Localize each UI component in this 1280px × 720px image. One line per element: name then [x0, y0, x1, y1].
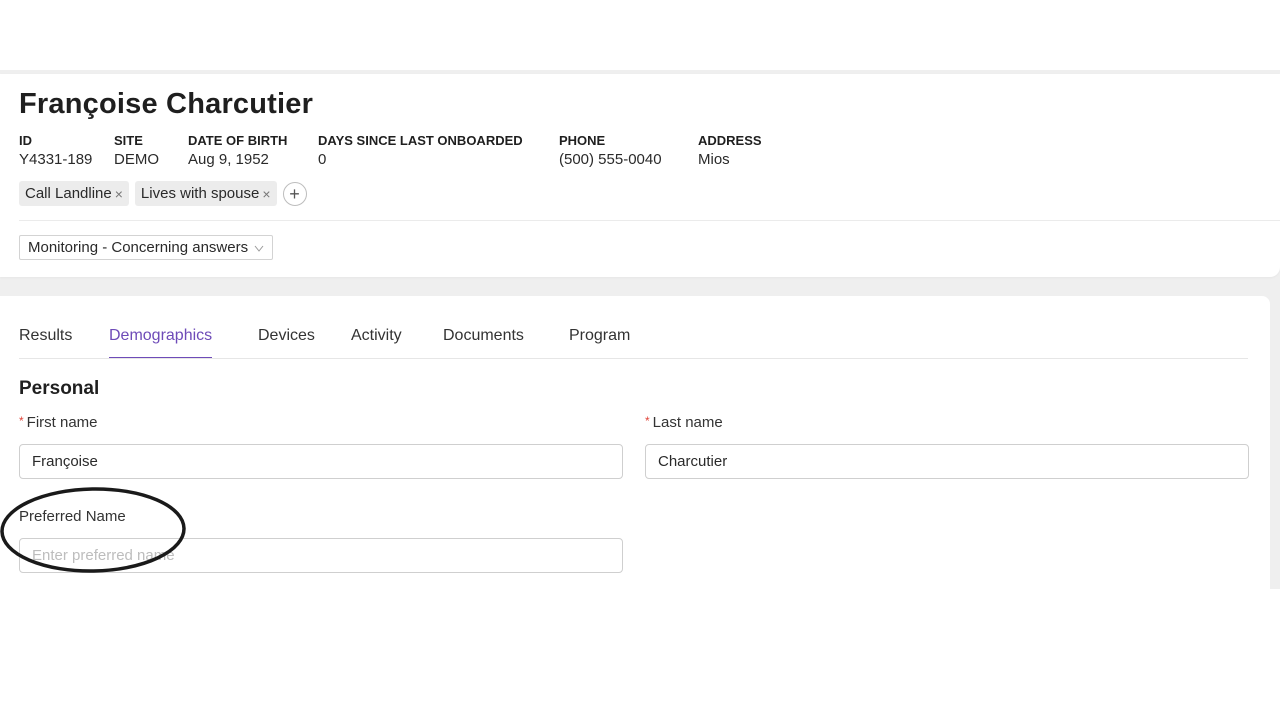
tag-label: Lives with spouse: [140, 185, 260, 202]
meta-site-value: DEMO: [114, 151, 159, 168]
meta-dob-value: Aug 9, 1952: [188, 151, 269, 168]
close-icon[interactable]: ×: [115, 186, 123, 202]
tab-devices[interactable]: Devices: [258, 326, 315, 357]
meta-address-label: ADDRESS: [698, 133, 762, 148]
patient-header-card: Françoise Charcutier ID Y4331-189 SITE D…: [0, 74, 1280, 277]
tab-program[interactable]: Program: [569, 326, 630, 357]
meta-days-onboarded: DAYS SINCE LAST ONBOARDED 0: [318, 132, 523, 169]
last-name-label-text: Last name: [652, 414, 723, 431]
tab-activity[interactable]: Activity: [351, 326, 402, 357]
preferred-name-label: Preferred Name: [19, 508, 126, 525]
last-name-label: * Last name: [645, 414, 723, 431]
meta-dob-label: DATE OF BIRTH: [188, 133, 288, 148]
status-select[interactable]: Monitoring - Concerning answers: [19, 235, 274, 260]
status-select-value: Monitoring - Concerning answers: [28, 239, 249, 256]
meta-site-label: SITE: [114, 133, 143, 148]
add-tag-button[interactable]: +: [282, 181, 307, 206]
meta-dob: DATE OF BIRTH Aug 9, 1952: [188, 132, 287, 169]
meta-site: SITE DEMO: [114, 132, 159, 169]
required-marker: *: [19, 414, 24, 428]
section-title-personal: Personal: [19, 378, 100, 399]
meta-id: ID Y4331-189: [19, 132, 92, 169]
meta-phone-label: PHONE: [559, 133, 606, 148]
close-icon[interactable]: ×: [262, 186, 270, 202]
tag-list: Call Landline × Lives with spouse × +: [19, 181, 307, 206]
first-name-label: * First name: [19, 414, 98, 431]
first-name-field[interactable]: [19, 444, 623, 479]
tab-results[interactable]: Results: [19, 326, 72, 357]
meta-phone-value: (500) 555-0040: [559, 151, 662, 168]
header-divider: [19, 220, 1280, 221]
patient-name: Françoise Charcutier: [19, 88, 314, 120]
last-name-field[interactable]: [645, 444, 1249, 479]
meta-address-value: Mios: [698, 151, 730, 168]
tag-call-landline: Call Landline ×: [19, 181, 129, 206]
meta-phone: PHONE (500) 555-0040: [559, 132, 662, 169]
tab-bar: Results Demographics Devices Activity Do…: [19, 326, 1248, 359]
meta-days-onboarded-label: DAYS SINCE LAST ONBOARDED: [318, 133, 523, 148]
required-marker: *: [645, 414, 650, 428]
meta-address: ADDRESS Mios: [698, 132, 762, 169]
meta-days-onboarded-value: 0: [318, 151, 327, 168]
meta-id-value: Y4331-189: [19, 151, 93, 168]
tab-documents[interactable]: Documents: [443, 326, 524, 357]
tab-demographics[interactable]: Demographics: [109, 326, 213, 358]
chevron-down-icon: [254, 245, 264, 252]
tag-label: Call Landline: [25, 185, 112, 202]
patient-page: Françoise Charcutier ID Y4331-189 SITE D…: [0, 0, 1280, 720]
tag-lives-with-spouse: Lives with spouse ×: [134, 181, 277, 206]
demographics-card: Results Demographics Devices Activity Do…: [0, 296, 1270, 589]
meta-id-label: ID: [19, 133, 32, 148]
first-name-label-text: First name: [26, 414, 98, 431]
preferred-name-field[interactable]: [19, 538, 623, 573]
